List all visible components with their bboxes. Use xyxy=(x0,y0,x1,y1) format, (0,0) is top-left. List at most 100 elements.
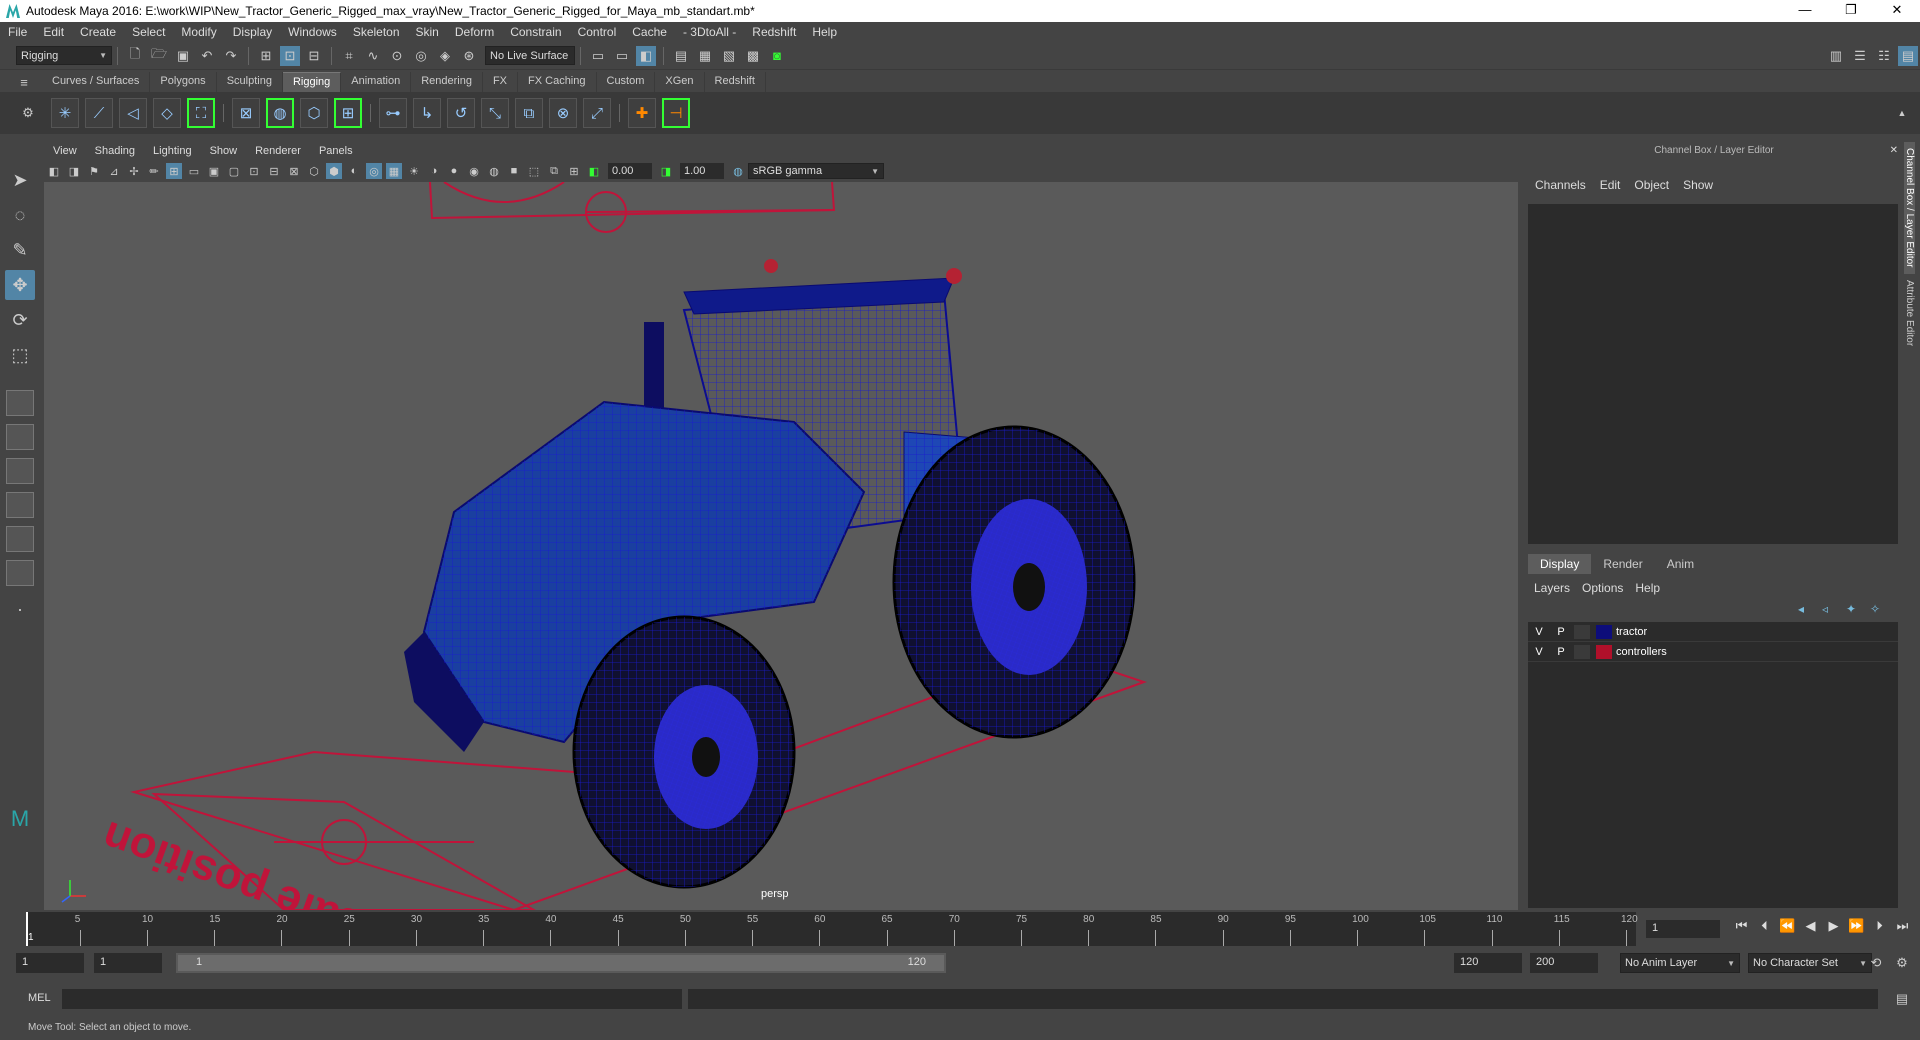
snap-grid-icon[interactable]: ⌗ xyxy=(339,46,359,66)
cluster-icon[interactable]: ⊞ xyxy=(334,98,362,128)
shelf-scroll-icon[interactable]: ▲ xyxy=(1892,103,1912,123)
layer-menu-help[interactable]: Help xyxy=(1629,581,1666,595)
gate-mask-icon[interactable]: ▢ xyxy=(226,163,242,179)
safe-title-icon[interactable]: ⊠ xyxy=(286,163,302,179)
menu-create[interactable]: Create xyxy=(72,25,124,39)
smooth-shade-icon[interactable]: ⬢ xyxy=(326,163,342,179)
shelf-menu-icon[interactable]: ≡ xyxy=(14,72,34,92)
geometry-constraint-icon[interactable]: ⤢ xyxy=(583,98,611,128)
tab-xgen[interactable]: XGen xyxy=(655,72,705,92)
new-layer-icon[interactable]: ✦ xyxy=(1846,602,1864,616)
wireframe-on-shaded-icon[interactable]: ◐ xyxy=(346,163,362,179)
hypershade-layout-icon[interactable] xyxy=(6,560,34,586)
camera-attributes-icon[interactable]: ◨ xyxy=(66,163,82,179)
custom-controller-icon[interactable]: ⊣ xyxy=(662,98,690,128)
toolbox-more-icon[interactable]: · xyxy=(5,594,35,624)
exposure-field[interactable]: 0.00 xyxy=(608,163,652,179)
rotate-tool-icon[interactable]: ⟳ xyxy=(5,305,35,335)
workspace-icon[interactable]: ▥ xyxy=(1826,46,1846,66)
display-type-toggle[interactable] xyxy=(1574,644,1590,659)
current-frame-field[interactable]: 1 xyxy=(1646,920,1720,938)
exposure-icon[interactable]: ◧ xyxy=(586,163,602,179)
xray-active-icon[interactable]: ⊞ xyxy=(566,163,582,179)
menu-skin[interactable]: Skin xyxy=(408,25,447,39)
snap-point-icon[interactable]: ⊙ xyxy=(387,46,407,66)
render-settings-icon[interactable]: ▩ xyxy=(743,46,763,66)
render-view-icon[interactable]: ▤ xyxy=(671,46,691,66)
step-forward-key-icon[interactable]: ⏩ xyxy=(1845,918,1868,934)
wireframe-icon[interactable]: ⬡ xyxy=(306,163,322,179)
toggle-channel-box-icon[interactable]: ▤ xyxy=(1898,45,1918,66)
four-view-layout-icon[interactable] xyxy=(6,424,34,450)
quick-rig-icon[interactable]: ⛶ xyxy=(187,98,215,128)
toggle-attribute-editor-icon[interactable]: ☷ xyxy=(1874,46,1894,66)
select-hierarchy-icon[interactable]: ⊞ xyxy=(256,46,276,66)
menu-redshift[interactable]: Redshift xyxy=(744,25,804,39)
layer-menu-layers[interactable]: Layers xyxy=(1528,581,1576,595)
step-forward-frame-icon[interactable]: ⏵ xyxy=(1868,918,1891,934)
input-ops-icon[interactable]: ▭ xyxy=(588,46,608,66)
save-scene-icon[interactable]: ▣ xyxy=(173,46,193,66)
undo-icon[interactable]: ↶ xyxy=(197,46,217,66)
new-scene-icon[interactable]: 🗋 xyxy=(125,46,145,66)
2d-pan-zoom-icon[interactable]: ✢ xyxy=(126,163,142,179)
vp-menu-show[interactable]: Show xyxy=(201,145,247,157)
tab-display[interactable]: Display xyxy=(1528,554,1592,574)
scale-tool-icon[interactable]: ⬚ xyxy=(5,340,35,370)
tab-anim[interactable]: Anim xyxy=(1655,554,1706,574)
redo-icon[interactable]: ↷ xyxy=(221,46,241,66)
layer-color-swatch[interactable] xyxy=(1596,624,1612,639)
smooth-bind-icon[interactable]: ⊠ xyxy=(232,98,260,128)
rigid-bind-icon[interactable]: ◍ xyxy=(266,98,294,128)
snap-curve-icon[interactable]: ∿ xyxy=(363,46,383,66)
step-back-frame-icon[interactable]: ⏴ xyxy=(1753,918,1776,934)
visibility-toggle[interactable]: V xyxy=(1528,646,1550,658)
perspective-viewport[interactable]: safe position persp xyxy=(44,182,1518,910)
isolate-select-icon[interactable]: ⬚ xyxy=(526,163,542,179)
select-object-icon[interactable]: ⊡ xyxy=(280,45,300,66)
ipr-render-icon[interactable]: ▧ xyxy=(719,46,739,66)
minimize-button[interactable]: — xyxy=(1782,0,1828,22)
cb-menu-channels[interactable]: Channels xyxy=(1528,178,1593,192)
display-type-toggle[interactable] xyxy=(1574,624,1590,639)
lasso-tool-icon[interactable]: ◌ xyxy=(5,200,35,230)
film-gate-icon[interactable]: ▭ xyxy=(186,163,202,179)
resolution-gate-icon[interactable]: ▣ xyxy=(206,163,222,179)
open-scene-icon[interactable]: 🗁 xyxy=(149,46,169,66)
play-forwards-icon[interactable]: ▶ xyxy=(1822,918,1845,934)
menu-control[interactable]: Control xyxy=(570,25,625,39)
maximize-button[interactable]: ❐ xyxy=(1828,0,1874,22)
locator-icon[interactable]: ✚ xyxy=(628,98,656,128)
shadows-icon[interactable]: ◑ xyxy=(426,163,442,179)
close-button[interactable]: ✕ xyxy=(1874,0,1920,22)
vp-menu-shading[interactable]: Shading xyxy=(86,145,144,157)
gamma-field[interactable]: 1.00 xyxy=(680,163,724,179)
menu-select[interactable]: Select xyxy=(124,25,173,39)
ik-spline-icon[interactable]: ◇ xyxy=(153,98,181,128)
layer-menu-options[interactable]: Options xyxy=(1576,581,1629,595)
move-layer-up-icon[interactable]: ◂ xyxy=(1798,602,1816,616)
script-editor-icon[interactable]: ▤ xyxy=(1892,989,1912,1009)
point-constraint-icon[interactable]: ⊶ xyxy=(379,98,407,128)
menu-deform[interactable]: Deform xyxy=(447,25,502,39)
menu-modify[interactable]: Modify xyxy=(173,25,224,39)
scale-constraint-icon[interactable]: ⤡ xyxy=(481,98,509,128)
layer-row[interactable]: V P controllers xyxy=(1528,642,1898,662)
grid-icon[interactable]: ⊞ xyxy=(166,163,182,179)
cb-menu-edit[interactable]: Edit xyxy=(1593,178,1628,192)
tab-fx[interactable]: FX xyxy=(483,72,519,92)
time-ruler[interactable]: 1 5 10 15 20 25 30 35 40 45 50 55 60 65 70 75 80 85 90 95 1… xyxy=(26,912,1638,946)
playback-toggle[interactable]: P xyxy=(1550,646,1572,658)
tab-redshift[interactable]: Redshift xyxy=(705,72,766,92)
field-chart-icon[interactable]: ⊡ xyxy=(246,163,262,179)
playback-end-field[interactable]: 120 xyxy=(1454,953,1522,973)
menu-skeleton[interactable]: Skeleton xyxy=(345,25,408,39)
side-tab-channel-box[interactable]: Channel Box / Layer Editor xyxy=(1904,142,1915,274)
range-bar[interactable]: 1 120 xyxy=(176,953,946,973)
ambient-occlusion-icon[interactable]: ● xyxy=(446,163,462,179)
image-plane-icon[interactable]: ⊿ xyxy=(106,163,122,179)
snap-view-icon[interactable]: ◈ xyxy=(435,46,455,66)
tab-render[interactable]: Render xyxy=(1591,554,1654,574)
tab-sculpting[interactable]: Sculpting xyxy=(217,72,283,92)
persp-graph-layout-icon[interactable] xyxy=(6,526,34,552)
